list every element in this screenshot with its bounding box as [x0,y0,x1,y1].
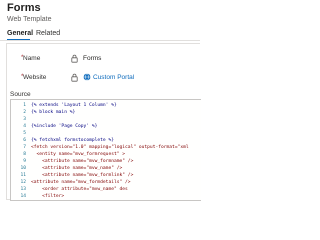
line-number: 7 [23,145,26,150]
line-number: 3 [23,117,26,122]
line-number: 5 [23,131,26,136]
code-text: {% extends 'Layout 1 Column' %} [31,103,117,108]
code-line: 14 <filter> [11,193,201,200]
code-text: {% fetchxml formstocomplete %} [31,138,114,143]
tab-general[interactable]: General [7,29,33,39]
website-label: Website [23,74,47,81]
globe-icon [83,73,91,81]
line-number: 6 [23,138,26,143]
line-number: 2 [23,110,26,115]
code-text: <attribute name="mvw_name" /> [31,166,123,171]
line-number: 9 [23,159,26,164]
line-number: 14 [20,194,26,199]
website-field-row: * Website Custom Portal [7,70,201,88]
code-text: {%include 'Page Copy' %} [31,124,98,129]
line-number: 10 [20,166,26,171]
general-section: * Name Forms * Website Custom Portal Sou… [6,43,201,201]
code-text: <entity name="mvw_formrequest" > [31,152,126,157]
code-line: 6 {% fetchxml formstocomplete %} [11,137,201,144]
code-line: 1 {% extends 'Layout 1 Column' %} [11,102,201,109]
lock-icon [71,73,78,82]
lock-icon [71,54,78,63]
code-line: 10 <attribute name="mvw_name" /> [11,165,201,172]
code-text: <filter> [31,194,65,199]
code-text: {% block main %} [31,110,76,115]
line-number: 8 [23,152,26,157]
line-number: 11 [20,173,26,178]
entity-subtitle: Web Template [7,16,52,23]
code-line: 4 {%include 'Page Copy' %} [11,123,201,130]
code-text: <attribute name="mvw_formlink" /> [31,173,134,178]
name-field[interactable]: Forms [83,55,101,62]
line-number: 13 [20,187,26,192]
code-line: 8 <entity name="mvw_formrequest" > [11,151,201,158]
code-line: 13 <order attribute="mvw_name" des [11,186,201,193]
code-text: <attribute name="mvw_formdetails" /> [31,180,131,185]
code-line: 11 <attribute name="mvw_formlink" /> [11,172,201,179]
tab-related[interactable]: Related [36,29,60,39]
code-line: 12 <attribute name="mvw_formdetails" /> [11,179,201,186]
tabs-divider [0,40,200,41]
code-line: 7 <fetch version="1.0" mapping="logical" … [11,144,201,151]
code-text: <fetch version="1.0" mapping="logical" o… [31,145,189,150]
code-text: <attribute name="mvw_formname" /> [31,159,134,164]
page-title: Forms [7,2,41,14]
code-line: 3 [11,116,201,123]
line-number: 12 [20,180,26,185]
code-line: 9 <attribute name="mvw_formname" /> [11,158,201,165]
line-number: 4 [23,124,26,129]
code-line: 5 [11,130,201,137]
code-text: <order attribute="mvw_name" des [31,187,128,192]
code-line: 2 {% block main %} [11,109,201,116]
source-code-editor[interactable]: 1 {% extends 'Layout 1 Column' %} 2 {% blo… [10,99,201,201]
source-label: Source [10,91,31,98]
name-field-row: * Name Forms [7,51,201,69]
line-number: 1 [23,103,26,108]
name-label: Name [23,55,41,62]
website-lookup-link[interactable]: Custom Portal [93,74,134,81]
